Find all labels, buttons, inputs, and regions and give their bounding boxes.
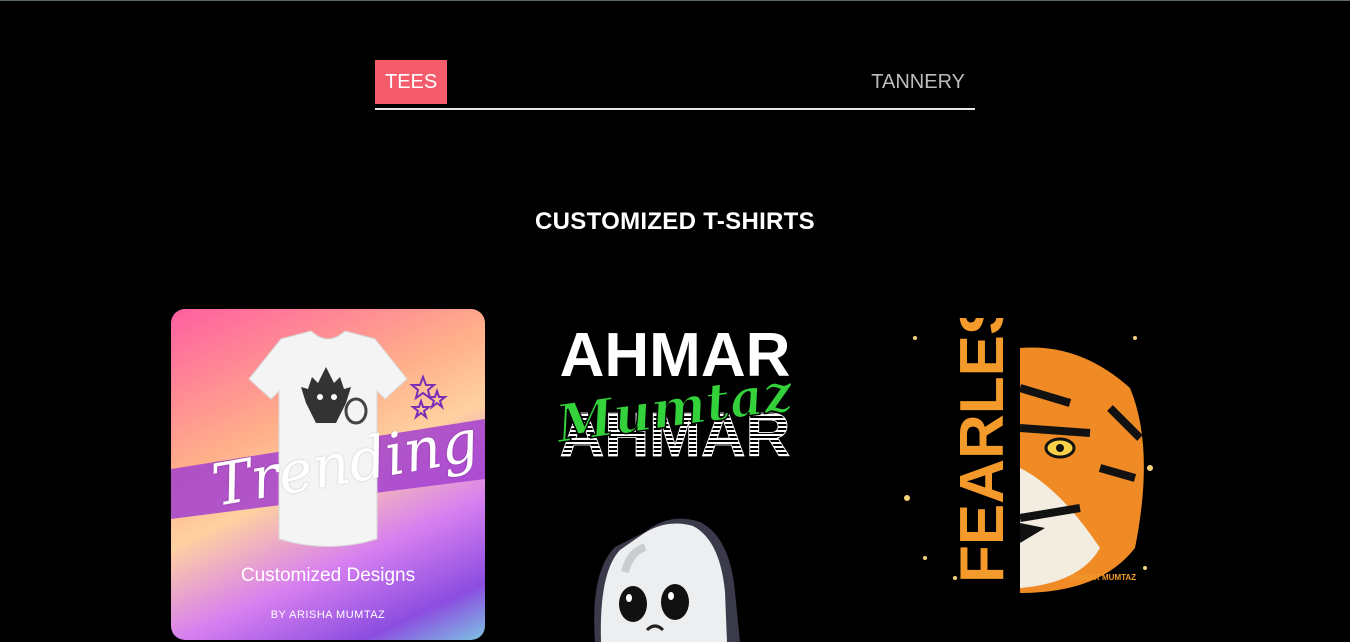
ghost-eye-right bbox=[661, 584, 689, 620]
category-tabs: TEES TANNERY bbox=[375, 60, 975, 110]
section-title-part2: T-SHIRTS bbox=[703, 208, 815, 235]
tabs-underline bbox=[375, 108, 975, 110]
top-border bbox=[0, 0, 1350, 1]
tiger-face bbox=[1018, 347, 1144, 593]
card-byline: BY ARISHA MUMTAZ bbox=[270, 609, 386, 621]
ghost-eye-left bbox=[619, 586, 647, 622]
section-title: CUSTOMIZED T-SHIRTS bbox=[0, 208, 1350, 236]
section-title-part1: CUSTOMIZED bbox=[535, 208, 704, 235]
ghost-artwork bbox=[594, 518, 740, 642]
ahmar-mumtaz-artwork: AHMAR AHMAR Mumtaz bbox=[550, 321, 799, 468]
product-card-fearless[interactable]: FEARLESS AHMAR MUMTAZ bbox=[895, 318, 1160, 598]
artwork-signature: AHMAR MUMTAZ bbox=[1070, 573, 1136, 582]
tab-tees[interactable]: TEES bbox=[375, 60, 448, 104]
card-subtitle: Customized Designs bbox=[240, 565, 416, 586]
tab-tannery[interactable]: TANNERY bbox=[871, 60, 965, 104]
fearless-tiger-artwork: FEARLESS AHMAR MUMTAZ bbox=[904, 318, 1153, 593]
product-card-trending[interactable]: Trending Customized Designs BY ARISHA MU… bbox=[171, 309, 485, 640]
product-card-ghost[interactable] bbox=[585, 512, 755, 642]
fearless-text: FEARLESS bbox=[948, 318, 1017, 583]
product-card-ahmar-mumtaz[interactable]: AHMAR AHMAR Mumtaz bbox=[545, 318, 805, 468]
